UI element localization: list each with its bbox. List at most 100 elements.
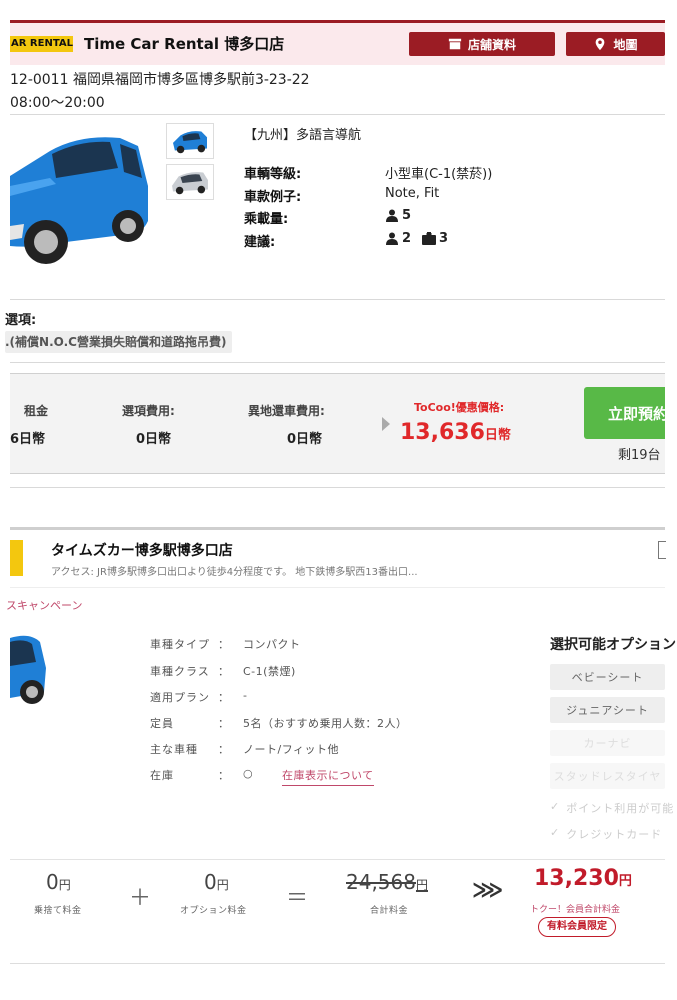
divider [10, 362, 665, 363]
member-price-amount: 13,230 [534, 866, 619, 891]
row-label-type: 車種タイプ [150, 638, 210, 651]
drop-fee-amount: 0円 [46, 870, 71, 894]
row-label-class: 車種クラス [150, 665, 210, 678]
row-colon: ： [218, 769, 229, 782]
feature-label: クレジットカード [566, 828, 663, 841]
row-value-stock: ○ [243, 767, 254, 780]
equals-sign: ＝ [286, 886, 309, 911]
member-price-unit: 円 [618, 874, 632, 889]
divider [10, 487, 665, 488]
row-colon: ： [218, 665, 229, 678]
map-button[interactable]: 地圖 [566, 32, 665, 56]
person-icon [386, 209, 398, 222]
offer-access: アクセス: JR博多駅博多口出口より徒歩4分程度です。 地下鉄博多駅西13番出口… [51, 567, 418, 578]
car-image[interactable] [10, 126, 152, 276]
row-label-models: 主な車種 [150, 743, 198, 756]
option-chip: .(補償N.O.C營業損失賠償和道路拖吊費) [5, 331, 233, 353]
car-thumbnail-1[interactable] [166, 123, 214, 159]
select-checkbox[interactable] [658, 541, 666, 559]
offer-car-image[interactable] [10, 628, 46, 708]
row-colon: ： [218, 717, 229, 730]
store-address: 12-0011 福岡県福岡市博多區博多駅前3-23-22 [10, 72, 310, 88]
member-price-caption: トクー！会員合計料金 [530, 905, 621, 915]
row-value-capacity: 5名（おすすめ乗用人数：2人） [243, 717, 408, 730]
option-junior-seat[interactable]: ジュニアシート [550, 697, 665, 723]
capacity-count: 5 [402, 208, 412, 223]
person-icon [386, 232, 398, 245]
spec-value-recommend: 2 3 [385, 231, 448, 246]
row-colon: ： [218, 743, 229, 756]
store-info-label: 店舗資料 [467, 37, 516, 52]
feature-label: ポイント利用が可能 [566, 802, 675, 815]
row-label-capacity: 定員 [150, 717, 174, 730]
store-icon [448, 38, 462, 50]
store-info-button[interactable]: 店舗資料 [409, 32, 555, 56]
total-fee-number: 24,568 [346, 870, 416, 894]
tocoo-price-label: ToCoo!優惠價格: [414, 401, 505, 414]
recommend-people-count: 2 [402, 231, 412, 246]
spec-value-example: Note, Fit [385, 186, 440, 201]
book-now-button[interactable]: 立即預約 [584, 387, 665, 439]
divider [10, 963, 665, 964]
spec-value-class: 小型車(C-1(禁菸)) [385, 167, 493, 182]
row-value-models: ノート/フィット他 [243, 743, 339, 756]
drop-fee-unit: 円 [58, 878, 71, 892]
feature-points: ✓ ポイント利用が可能 [550, 800, 674, 816]
map-pin-icon [596, 37, 605, 51]
recommend-bags-count: 3 [439, 231, 449, 246]
row-label-stock: 在庫 [150, 769, 174, 782]
option-car-navi[interactable]: カーナビ [550, 730, 665, 756]
row-label-plan: 適用プラン [150, 691, 210, 704]
row-colon: ： [218, 638, 229, 651]
spec-label-class: 車輌等級: [244, 167, 302, 182]
member-price: 13,230円 [534, 866, 632, 891]
row-value-class: C-1(禁煙) [243, 665, 296, 678]
option-fee-value: 0日幣 [136, 432, 172, 447]
offer-store-name[interactable]: タイムズカー博多駅博多口店 [51, 540, 233, 560]
offer-card-top [10, 527, 665, 530]
arrows-icon: ⋙ [472, 878, 504, 903]
total-fee-amount: 24,568円 [346, 870, 428, 894]
row-value-type: コンパクト [243, 638, 301, 651]
option-fee-caption: オプション料金 [180, 906, 247, 916]
options-title: 選項: [5, 313, 37, 328]
brand-tab [10, 540, 23, 576]
total-fee-unit: 円 [415, 878, 428, 892]
car-thumbnail-2[interactable] [166, 164, 214, 200]
option-baby-seat[interactable]: ベビーシート [550, 664, 665, 690]
option-fee-number: 0 [204, 870, 217, 894]
rent-value: 6日幣 [10, 432, 46, 447]
dropoff-fee-value: 0日幣 [287, 432, 323, 447]
campaign-tag: スキャンペーン [6, 599, 83, 612]
tocoo-price-unit: 日幣 [484, 428, 511, 443]
rent-label: 租金 [24, 404, 49, 418]
store-hours: 08:00～20:00 [10, 95, 105, 111]
remaining-count: 剩19台 [618, 448, 661, 463]
stock-info-link[interactable]: 在庫表示について [282, 767, 374, 786]
price-summary [10, 373, 665, 474]
tocoo-price: 13,636日幣 [400, 420, 511, 445]
member-only-badge: 有料会員限定 [538, 917, 616, 937]
car-thumbnail-image [172, 172, 208, 195]
car-thumbnail-image [173, 131, 207, 154]
spec-label-capacity: 乘載量: [244, 212, 289, 227]
check-icon: ✓ [550, 800, 561, 813]
feature-credit-card: ✓ クレジットカード [550, 826, 662, 842]
check-icon: ✓ [550, 826, 561, 839]
options-heading: 選択可能オプション [550, 637, 676, 653]
plus-sign: ＋ [129, 886, 152, 911]
total-fee-caption: 合計料金 [370, 906, 409, 916]
option-fee-amount: 0円 [204, 870, 229, 894]
drop-fee-caption: 乗捨て料金 [34, 906, 82, 916]
brand-logo: AR RENTAL [10, 36, 73, 52]
divider [10, 114, 665, 115]
row-colon: ： [218, 691, 229, 704]
spec-value-capacity: 5 [385, 208, 411, 223]
option-studless-tires[interactable]: スタッドレスタイヤ [550, 763, 665, 789]
dropoff-fee-label: 異地還車費用: [248, 404, 325, 418]
divider [10, 587, 665, 588]
store-title[interactable]: Time Car Rental 博多口店 [84, 33, 284, 54]
option-fee-label: 選項費用: [122, 404, 175, 418]
luggage-icon [422, 232, 437, 245]
option-fee-unit: 円 [216, 878, 229, 892]
